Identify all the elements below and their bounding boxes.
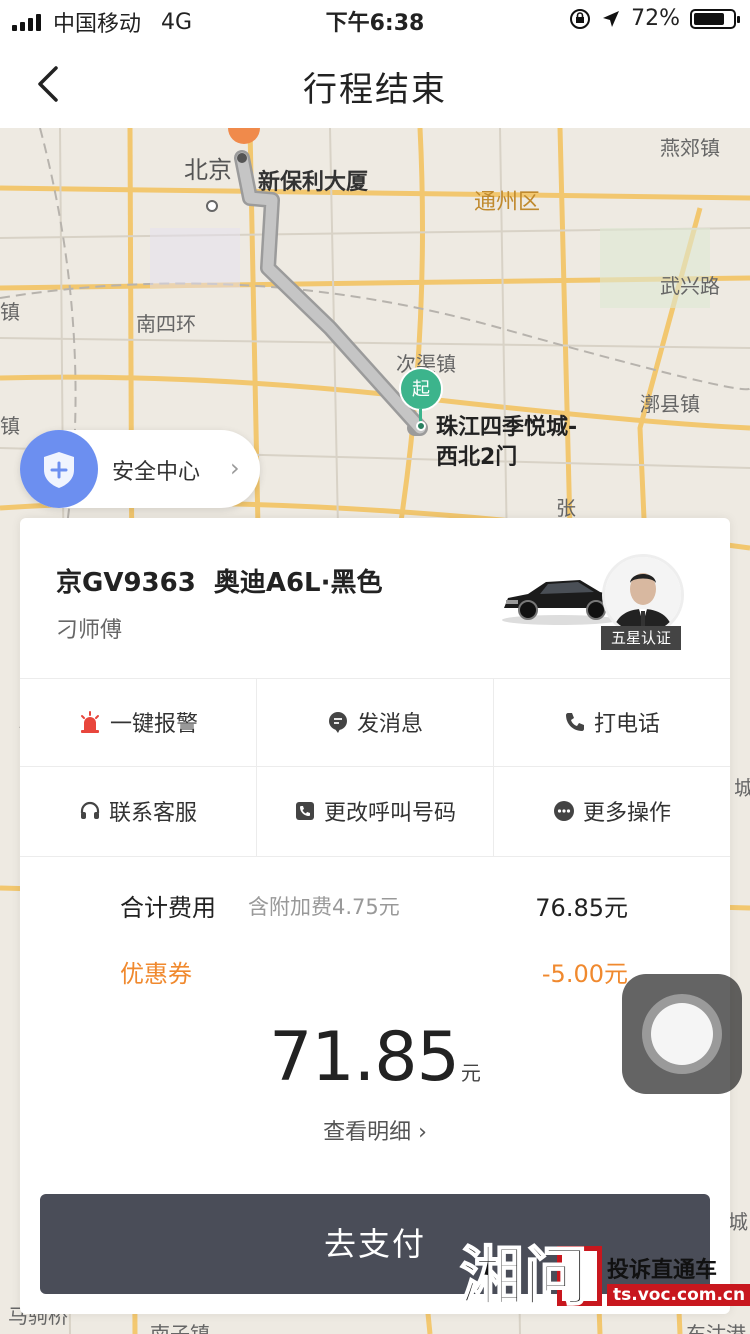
map-label-zhen-2: 镇 [0,414,20,438]
pickup-label-line-2: 西北2门 [436,445,518,470]
watermark-url: ts.voc.com.cn [607,1284,750,1306]
action-label: 打电话 [593,712,660,737]
action-label: 更改呼叫号码 [323,801,456,826]
five-star-badge: 五星认证 [601,626,681,650]
watermark-slogan: 投诉直通车 [607,1258,718,1283]
headset-icon [79,800,101,822]
safety-center-label: 安全中心 [112,460,201,485]
map-label-xinbaoli: 新保利大厦 [258,170,369,195]
view-details-link[interactable]: 查看明细 › [20,1114,730,1146]
car-model: 奥迪A6L·黑色 [213,568,383,598]
watermark: 湘问 投诉直通车 ts.voc.com.cn [459,1236,750,1320]
total-fee-label: 合计费用 [120,894,216,922]
coupon-label: 优惠券 [120,960,192,988]
one-key-alarm-button[interactable]: 一键报警 [20,678,256,766]
safety-center-button[interactable]: 安全中心 › [20,430,260,508]
map-label-wuxing: 武兴路 [660,274,720,298]
more-actions-button[interactable]: 更多操作 [494,767,730,855]
start-pin: 起 [399,367,443,411]
safety-shield-icon [20,430,98,508]
action-label: 一键报警 [109,712,198,737]
message-icon [327,711,349,733]
map-label-yanjiao: 燕郊镇 [660,136,720,160]
map-label-east: 东沽港 [686,1322,746,1334]
map-label-tongzhou: 通州区 [474,190,541,215]
amount-due-unit: 元 [460,1061,481,1085]
phone-icon [564,711,586,733]
total-fee-amount: 76.85元 [535,894,628,922]
assistive-touch-center [651,1003,713,1065]
page-title: 行程结束 [303,70,447,110]
amount-due-value: 71.85 [269,1018,460,1097]
map-label-xianxian: 漷县镇 [640,392,700,416]
change-phone-button[interactable]: 更改呼叫号码 [257,767,493,855]
map-label-zhen-1: 镇 [0,300,20,324]
coupon-amount: -5.00元 [541,960,628,988]
phone-change-icon [294,800,316,822]
pickup-label-line-1: 珠江四季悦城- [436,415,578,440]
total-fee-row: 合计费用 含附加费4.75元 76.85元 [120,888,630,924]
watermark-brand: 湘问 [459,1239,589,1316]
alarm-icon [78,710,102,734]
chevron-right-icon: › [230,454,240,482]
assistive-touch-button[interactable] [622,974,742,1094]
surcharge-note: 含附加费4.75元 [248,895,400,919]
status-bar: 中国移动 4G 下午6:38 72% [0,0,750,40]
map-label-beijing: 北京 [184,156,232,184]
map-label-cheng: 城 [734,776,750,800]
vehicle-line: 京GV9363 奥迪A6L·黑色 [56,562,401,599]
pickup-label: 珠江四季悦城- 西北2门 [436,413,577,473]
divider [20,766,730,767]
map-label-cheng-2: 城 [728,1210,748,1234]
driver-avatar[interactable] [602,554,684,636]
map-label-nanzhen: 南子镇 [150,1322,210,1334]
divider [256,678,257,856]
send-message-button[interactable]: 发消息 [257,678,493,766]
contact-support-button[interactable]: 联系客服 [20,767,256,855]
license-plate: 京GV9363 [56,568,196,598]
action-label: 联系客服 [108,801,197,826]
battery-percent: 72% [631,6,680,31]
action-label: 发消息 [356,712,423,737]
battery-icon [690,8,740,29]
more-icon [553,800,575,822]
status-right: 72% [569,6,740,31]
action-grid: 一键报警 发消息 打电话 联系客服 更改呼叫号码 更多操作 [20,678,730,857]
driver-info: 京GV9363 奥迪A6L·黑色 刁师傅 五星认证 [20,518,730,679]
action-label: 更多操作 [582,801,671,826]
driver-name: 刁师傅 [56,618,123,643]
location-arrow-icon [603,10,620,27]
nav-bar: 行程结束 [0,40,750,128]
rotation-lock-icon [570,8,591,29]
map-label-zhang: 张 [556,496,576,520]
map-label-nansihuan: 南四环 [136,312,196,336]
divider [493,678,494,856]
coupon-row[interactable]: 优惠券 -5.00元 [120,954,630,990]
call-driver-button[interactable]: 打电话 [494,678,730,766]
trip-card: 京GV9363 奥迪A6L·黑色 刁师傅 五星认证 一键报警 发消息 打电话 联… [20,518,730,1314]
start-location-dot [416,421,426,431]
